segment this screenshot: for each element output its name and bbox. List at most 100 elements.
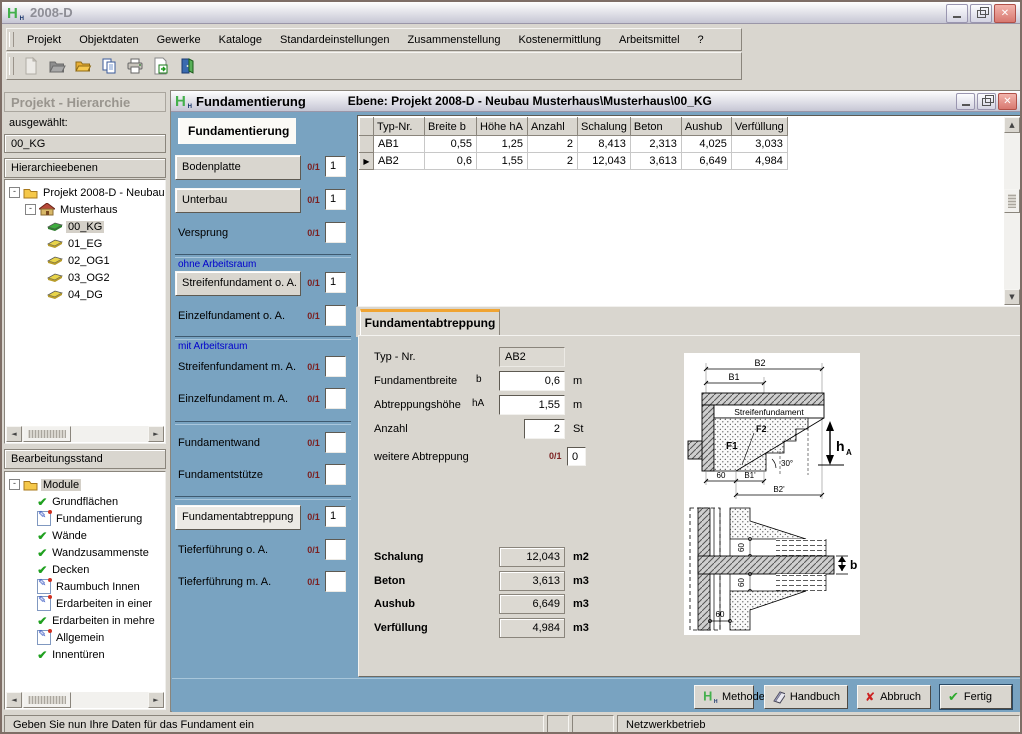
versprung-item[interactable]: Versprung bbox=[178, 221, 228, 246]
table-row[interactable]: AB1 0,55 1,25 2 8,413 2,313 4,025 3,033 bbox=[360, 136, 788, 153]
menu-gewerke[interactable]: Gewerke bbox=[148, 31, 210, 49]
cell-schalung[interactable]: 8,413 bbox=[578, 136, 631, 153]
module-item[interactable]: ✔ Erdarbeiten in mehre bbox=[37, 612, 157, 629]
scrollbar-thumb[interactable] bbox=[23, 692, 71, 708]
tree-item-floor[interactable]: 04_DG bbox=[47, 286, 105, 303]
tieferfuehrung-oa-item[interactable]: Tieferführung o. A. bbox=[178, 538, 268, 563]
count-input[interactable] bbox=[325, 388, 346, 409]
tree-item-floor[interactable]: 01_EG bbox=[47, 235, 104, 252]
bodenplatte-button[interactable]: Bodenplatte bbox=[175, 155, 301, 180]
menu-objektdaten[interactable]: Objektdaten bbox=[70, 31, 147, 49]
count-input[interactable]: 1 bbox=[325, 189, 346, 210]
col-header[interactable]: Breite b bbox=[425, 118, 477, 136]
methode-button[interactable]: HH Methode bbox=[694, 685, 754, 709]
menu-standardeinstellungen[interactable]: Standardeinstellungen bbox=[271, 31, 398, 49]
count-input[interactable] bbox=[325, 571, 346, 592]
einzelfundament-oa-item[interactable]: Einzelfundament o. A. bbox=[178, 304, 285, 329]
table-row-selected[interactable]: ▶ AB2 0,6 1,55 2 12,043 3,613 6,649 4,98… bbox=[360, 153, 788, 170]
toolbar-gripper[interactable] bbox=[9, 32, 14, 47]
module-item[interactable]: ✔ Innentüren bbox=[37, 646, 107, 663]
horizontal-scrollbar[interactable]: ◄ ► bbox=[6, 692, 164, 708]
module-item[interactable]: ✔ Grundflächen bbox=[37, 493, 120, 510]
count-input[interactable]: 1 bbox=[325, 506, 346, 527]
fertig-button[interactable]: ✔ Fertig bbox=[940, 685, 1012, 709]
count-input[interactable] bbox=[325, 305, 346, 326]
close-button[interactable]: ✕ bbox=[998, 93, 1017, 110]
cell-beton[interactable]: 2,313 bbox=[630, 136, 681, 153]
collapse-icon[interactable]: - bbox=[9, 187, 20, 198]
cell-typ[interactable]: AB1 bbox=[374, 136, 425, 153]
module-item[interactable]: ✔ Wandzusammenste bbox=[37, 544, 151, 561]
scroll-left-icon[interactable]: ◄ bbox=[6, 692, 22, 708]
unterbau-button[interactable]: Unterbau bbox=[175, 188, 301, 213]
count-input[interactable] bbox=[325, 356, 346, 377]
cell-beton[interactable]: 3,613 bbox=[630, 153, 681, 170]
cell-hoehe[interactable]: 1,55 bbox=[477, 153, 528, 170]
menu-projekt[interactable]: Projekt bbox=[18, 31, 70, 49]
count-input[interactable]: 1 bbox=[325, 156, 346, 177]
col-header[interactable]: Aushub bbox=[681, 118, 731, 136]
streifenfundament-oa-button[interactable]: Streifenfundament o. A. bbox=[175, 271, 301, 296]
module-item[interactable]: ✎ Allgemein bbox=[37, 629, 106, 646]
abbruch-button[interactable]: ✘ Abbruch bbox=[857, 685, 931, 709]
tree-item-module-root[interactable]: - Module bbox=[9, 476, 81, 493]
cell-hoehe[interactable]: 1,25 bbox=[477, 136, 528, 153]
abtreppungshoehe-input[interactable]: 1,55 bbox=[499, 395, 565, 415]
scroll-right-icon[interactable]: ► bbox=[148, 426, 164, 442]
col-header[interactable]: Anzahl bbox=[528, 118, 578, 136]
anzahl-input[interactable]: 2 bbox=[524, 419, 565, 439]
cell-aushub[interactable]: 4,025 bbox=[681, 136, 731, 153]
print-icon[interactable] bbox=[123, 54, 147, 78]
new-document-icon[interactable] bbox=[19, 54, 43, 78]
collapse-icon[interactable]: - bbox=[25, 204, 36, 215]
module-item[interactable]: ✎ Erdarbeiten in einer bbox=[37, 595, 154, 612]
col-header[interactable]: Verfüllung bbox=[731, 118, 787, 136]
tree-item-floor[interactable]: 03_OG2 bbox=[47, 269, 112, 286]
fundamentstuetze-item[interactable]: Fundamentstütze bbox=[178, 463, 263, 488]
tree-item-floor[interactable]: 00_KG bbox=[47, 218, 104, 235]
collapse-icon[interactable]: - bbox=[9, 479, 20, 490]
cell-breite[interactable]: 0,6 bbox=[425, 153, 477, 170]
scroll-left-icon[interactable]: ◄ bbox=[6, 426, 22, 442]
module-item[interactable]: ✎ Fundamentierung bbox=[37, 510, 144, 527]
handbuch-button[interactable]: Handbuch bbox=[764, 685, 848, 709]
open-project-icon[interactable] bbox=[45, 54, 69, 78]
tree-item-project[interactable]: - Projekt 2008-D - Neubau bbox=[9, 184, 166, 201]
count-input[interactable] bbox=[325, 464, 346, 485]
cell-verfuellung[interactable]: 4,984 bbox=[731, 153, 787, 170]
module-item[interactable]: ✎ Raumbuch Innen bbox=[37, 578, 142, 595]
restore-button[interactable] bbox=[970, 4, 992, 23]
tab-fundamentabtreppung[interactable]: Fundamentabtreppung bbox=[360, 309, 500, 335]
scroll-down-icon[interactable]: ▼ bbox=[1004, 289, 1020, 305]
col-header[interactable]: Schalung bbox=[578, 118, 631, 136]
col-header[interactable]: Beton bbox=[630, 118, 681, 136]
fundamentwand-item[interactable]: Fundamentwand bbox=[178, 431, 260, 456]
menu-kataloge[interactable]: Kataloge bbox=[210, 31, 271, 49]
menu-arbeitsmittel[interactable]: Arbeitsmittel bbox=[610, 31, 689, 49]
scroll-up-icon[interactable]: ▲ bbox=[1004, 117, 1020, 133]
menu-kostenermittlung[interactable]: Kostenermittlung bbox=[509, 31, 610, 49]
streifenfundament-ma-item[interactable]: Streifenfundament m. A. bbox=[178, 355, 296, 380]
fundamentabtreppung-button[interactable]: Fundamentabtreppung bbox=[175, 505, 301, 530]
tree-item-floor[interactable]: 02_OG1 bbox=[47, 252, 112, 269]
cell-aushub[interactable]: 6,649 bbox=[681, 153, 731, 170]
row-marker-arrow[interactable]: ▶ bbox=[360, 153, 374, 170]
scrollbar-thumb[interactable] bbox=[1004, 189, 1020, 213]
module-item[interactable]: ✔ Wände bbox=[37, 527, 89, 544]
copy-icon[interactable] bbox=[97, 54, 121, 78]
cell-typ[interactable]: AB2 bbox=[374, 153, 425, 170]
export-document-icon[interactable] bbox=[149, 54, 173, 78]
cell-anzahl[interactable]: 2 bbox=[528, 136, 578, 153]
count-input[interactable] bbox=[325, 432, 346, 453]
module-item[interactable]: ✔ Decken bbox=[37, 561, 91, 578]
menu-help[interactable]: ? bbox=[689, 31, 713, 49]
exit-door-icon[interactable] bbox=[175, 54, 199, 78]
cell-verfuellung[interactable]: 3,033 bbox=[731, 136, 787, 153]
tieferfuehrung-ma-item[interactable]: Tieferführung m. A. bbox=[178, 570, 271, 595]
minimize-button[interactable] bbox=[946, 4, 968, 23]
count-input[interactable]: 1 bbox=[325, 272, 346, 293]
col-header[interactable]: Höhe hA bbox=[477, 118, 528, 136]
cell-breite[interactable]: 0,55 bbox=[425, 136, 477, 153]
menu-zusammenstellung[interactable]: Zusammenstellung bbox=[399, 31, 510, 49]
toolbar-gripper[interactable] bbox=[9, 57, 14, 75]
